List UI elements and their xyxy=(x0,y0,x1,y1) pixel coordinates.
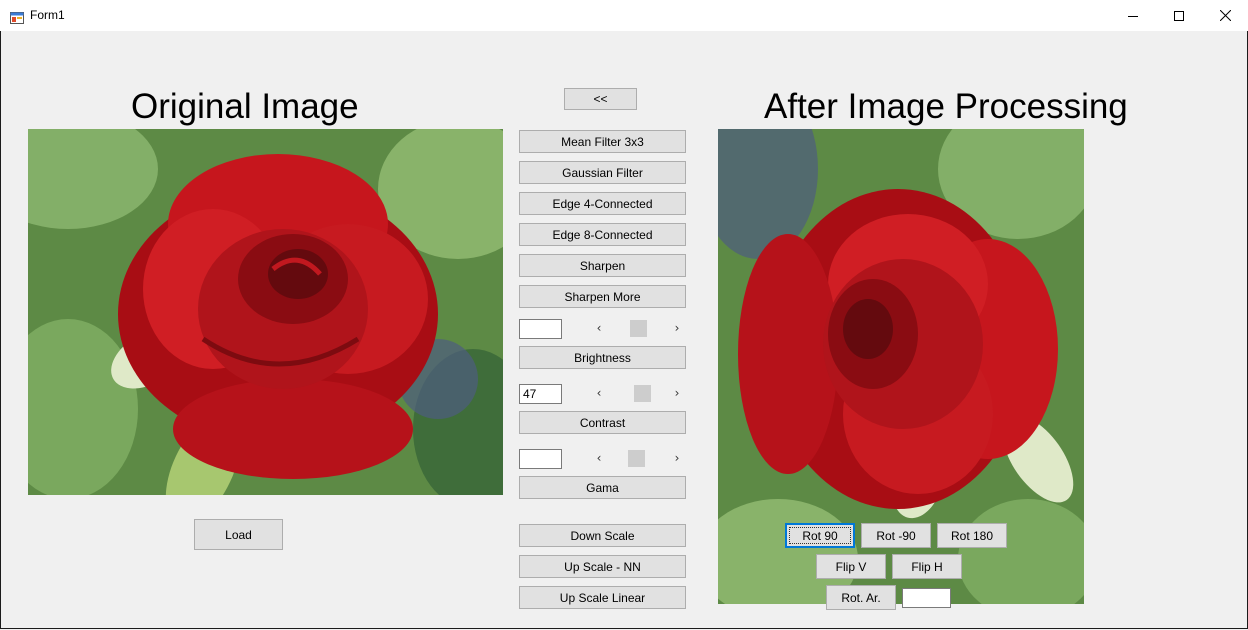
flip-v-button[interactable]: Flip V xyxy=(816,554,886,579)
close-icon xyxy=(1219,10,1231,21)
gama-input[interactable] xyxy=(519,449,562,469)
edge-8-connected-button[interactable]: Edge 8-Connected xyxy=(519,223,686,246)
close-button[interactable] xyxy=(1202,0,1248,31)
mean-filter-button[interactable]: Mean Filter 3x3 xyxy=(519,130,686,153)
minimize-icon xyxy=(1128,11,1138,21)
window-title: Form1 xyxy=(30,8,65,22)
maximize-icon xyxy=(1174,10,1184,21)
chevron-right-icon[interactable]: › xyxy=(670,383,684,403)
rot-ar-button[interactable]: Rot. Ar. xyxy=(826,585,896,610)
chevron-right-icon[interactable]: › xyxy=(670,318,684,338)
load-button[interactable]: Load xyxy=(194,519,283,550)
chevron-right-icon[interactable]: › xyxy=(670,448,684,468)
slider-thumb[interactable] xyxy=(628,450,646,467)
rot-90-button[interactable]: Rot 90 xyxy=(785,523,855,548)
back-button[interactable]: << xyxy=(564,88,637,110)
gama-slider[interactable]: ‹ › xyxy=(590,448,686,468)
title-bar[interactable]: Form1 xyxy=(0,0,1248,31)
rot-180-button[interactable]: Rot 180 xyxy=(937,523,1007,548)
flip-h-button[interactable]: Flip H xyxy=(892,554,962,579)
brightness-button[interactable]: Brightness xyxy=(519,346,686,369)
contrast-input[interactable]: 47 xyxy=(519,384,562,404)
edge-4-connected-button[interactable]: Edge 4-Connected xyxy=(519,192,686,215)
sharpen-button[interactable]: Sharpen xyxy=(519,254,686,277)
up-scale-linear-button[interactable]: Up Scale Linear xyxy=(519,586,686,609)
maximize-button[interactable] xyxy=(1156,0,1202,31)
processed-image-heading: After Image Processing xyxy=(764,87,1128,126)
rot-minus-90-button[interactable]: Rot -90 xyxy=(861,523,931,548)
rot-ar-input[interactable] xyxy=(902,588,951,608)
minimize-button[interactable] xyxy=(1110,0,1156,31)
gama-button[interactable]: Gama xyxy=(519,476,686,499)
chevron-left-icon[interactable]: ‹ xyxy=(592,383,606,403)
original-image-heading: Original Image xyxy=(131,87,359,126)
brightness-slider[interactable]: ‹ › xyxy=(590,318,686,338)
contrast-slider[interactable]: ‹ › xyxy=(590,383,686,403)
gaussian-filter-button[interactable]: Gaussian Filter xyxy=(519,161,686,184)
original-image xyxy=(28,129,503,495)
slider-thumb[interactable] xyxy=(629,320,647,337)
brightness-input[interactable] xyxy=(519,319,562,339)
slider-thumb[interactable] xyxy=(634,385,652,402)
contrast-button[interactable]: Contrast xyxy=(519,411,686,434)
sharpen-more-button[interactable]: Sharpen More xyxy=(519,285,686,308)
chevron-left-icon[interactable]: ‹ xyxy=(592,448,606,468)
form-icon xyxy=(10,9,24,24)
chevron-left-icon[interactable]: ‹ xyxy=(592,318,606,338)
up-scale-nn-button[interactable]: Up Scale - NN xyxy=(519,555,686,578)
down-scale-button[interactable]: Down Scale xyxy=(519,524,686,547)
